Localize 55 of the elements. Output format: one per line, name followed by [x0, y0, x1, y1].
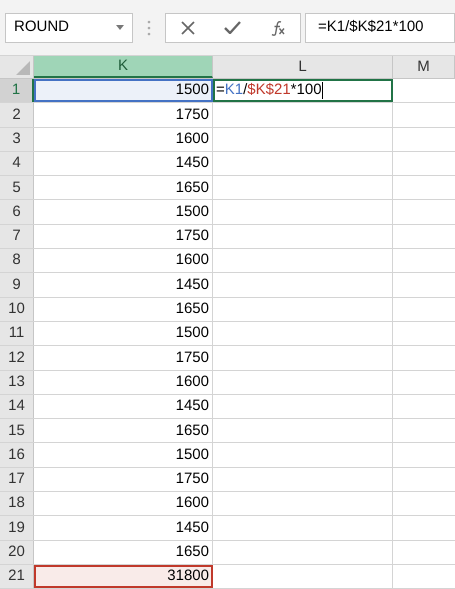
table-cell: 1450: [34, 516, 213, 540]
cell-formula: =K1/$K$21*100: [216, 80, 322, 100]
cancel-icon[interactable]: [180, 20, 194, 34]
row-header[interactable]: 21: [0, 564, 34, 588]
table-cell: 1650: [34, 176, 213, 200]
row-header[interactable]: 12: [0, 346, 34, 370]
table-cell: 1500: [34, 200, 213, 224]
row-header[interactable]: 14: [0, 394, 34, 418]
table-cell: 1750: [34, 224, 213, 248]
table-cell: 1600: [34, 492, 213, 516]
name-box[interactable]: ROUND: [5, 12, 133, 42]
row-header[interactable]: 11: [0, 322, 34, 346]
table-cell: 1750: [34, 468, 213, 492]
row-header[interactable]: 19: [0, 516, 34, 540]
row-header[interactable]: 17: [0, 468, 34, 492]
row-header[interactable]: 9: [0, 273, 34, 297]
table-cell: 1450: [34, 152, 213, 176]
table-cell: 1600: [34, 128, 213, 151]
row-header[interactable]: 20: [0, 540, 34, 564]
row-header[interactable]: 10: [0, 298, 34, 321]
row-header[interactable]: 5: [0, 176, 34, 200]
function-icon[interactable]: [270, 20, 286, 36]
row-header[interactable]: 2: [0, 103, 34, 127]
editing-cell[interactable]: =K1/$K$21*100: [213, 79, 393, 102]
table-cell: 1600: [34, 249, 213, 272]
formula-bar[interactable]: =K1/$K$21*100: [305, 12, 455, 42]
row-header[interactable]: 6: [0, 200, 34, 224]
row-header[interactable]: 8: [0, 249, 34, 272]
table-cell: 1450: [34, 273, 213, 297]
column-header[interactable]: L: [213, 56, 393, 78]
table-cell: 1500: [34, 322, 213, 346]
name-box-value: ROUND: [14, 17, 69, 38]
row-header[interactable]: 18: [0, 492, 34, 516]
table-cell: 1600: [34, 370, 213, 394]
row-header[interactable]: 13: [0, 370, 34, 394]
dropdown-caret-icon[interactable]: [116, 25, 124, 30]
grip-dots-icon: [147, 20, 151, 36]
row-header[interactable]: 7: [0, 224, 34, 248]
row-header[interactable]: 3: [0, 128, 34, 151]
table-cell: 1650: [34, 540, 213, 564]
table-cell: 1650: [34, 419, 213, 442]
checkmark-icon[interactable]: [224, 21, 240, 34]
table-cell: 31800: [34, 564, 213, 588]
table-cell: 1750: [34, 346, 213, 370]
row-header[interactable]: 1: [0, 79, 34, 102]
row-header[interactable]: 15: [0, 419, 34, 442]
row-header[interactable]: 16: [0, 443, 34, 467]
table-cell: 1500: [34, 79, 213, 102]
table-cell: 1750: [34, 103, 213, 127]
table-cell: 1650: [34, 298, 213, 321]
column-header[interactable]: M: [393, 56, 455, 78]
column-header[interactable]: K: [34, 56, 213, 78]
table-cell: 1450: [34, 394, 213, 418]
row-header[interactable]: 4: [0, 152, 34, 176]
table-cell: 1500: [34, 443, 213, 467]
